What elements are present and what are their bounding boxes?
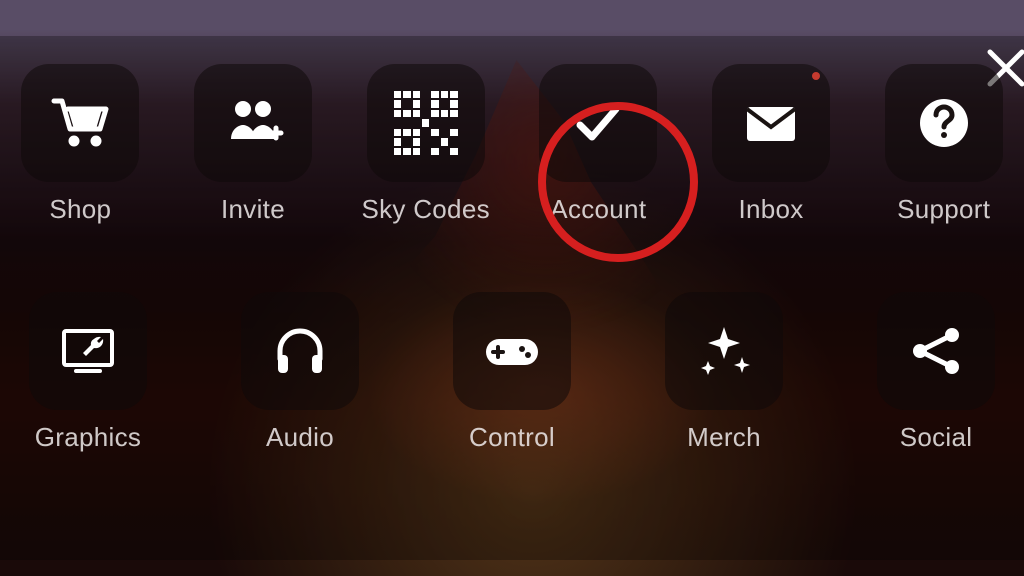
merch-label: Merch [687,422,761,453]
settings-menu: Shop Invite [0,0,1024,576]
menu-row-1: Shop Invite [8,64,1016,225]
menu-item-support: Support [877,64,1010,225]
headphones-icon [268,319,332,383]
check-icon [566,91,630,155]
menu-row-2: Graphics Audio Control [24,292,1000,453]
account-label: Account [550,194,646,225]
help-icon [912,91,976,155]
menu-item-invite: Invite [187,64,320,225]
support-label: Support [897,194,990,225]
social-label: Social [900,422,973,453]
envelope-icon [739,91,803,155]
menu-item-audio: Audio [236,292,364,453]
monitor-wrench-icon [56,319,120,383]
control-button[interactable] [453,292,571,410]
invite-icon [221,91,285,155]
audio-label: Audio [266,422,334,453]
shop-label: Shop [49,194,111,225]
gamepad-icon [480,319,544,383]
social-button[interactable] [877,292,995,410]
menu-item-skycodes: Sky Codes [359,64,492,225]
skycodes-label: Sky Codes [361,194,489,225]
cart-icon [48,91,112,155]
menu-item-account: Account [532,64,665,225]
notification-dot [812,72,820,80]
skycodes-button[interactable] [367,64,485,182]
menu-item-graphics: Graphics [24,292,152,453]
audio-button[interactable] [241,292,359,410]
graphics-label: Graphics [35,422,141,453]
menu-item-shop: Shop [14,64,147,225]
support-button[interactable] [885,64,1003,182]
invite-button[interactable] [194,64,312,182]
invite-label: Invite [221,194,285,225]
menu-item-social: Social [872,292,1000,453]
inbox-label: Inbox [738,194,803,225]
menu-item-control: Control [448,292,576,453]
menu-item-merch: Merch [660,292,788,453]
shop-button[interactable] [21,64,139,182]
account-button[interactable] [539,64,657,182]
menu-item-inbox: Inbox [705,64,838,225]
graphics-button[interactable] [29,292,147,410]
sparkle-icon [692,319,756,383]
control-label: Control [469,422,555,453]
share-icon [904,319,968,383]
merch-button[interactable] [665,292,783,410]
inbox-button[interactable] [712,64,830,182]
qr-icon [394,91,458,155]
